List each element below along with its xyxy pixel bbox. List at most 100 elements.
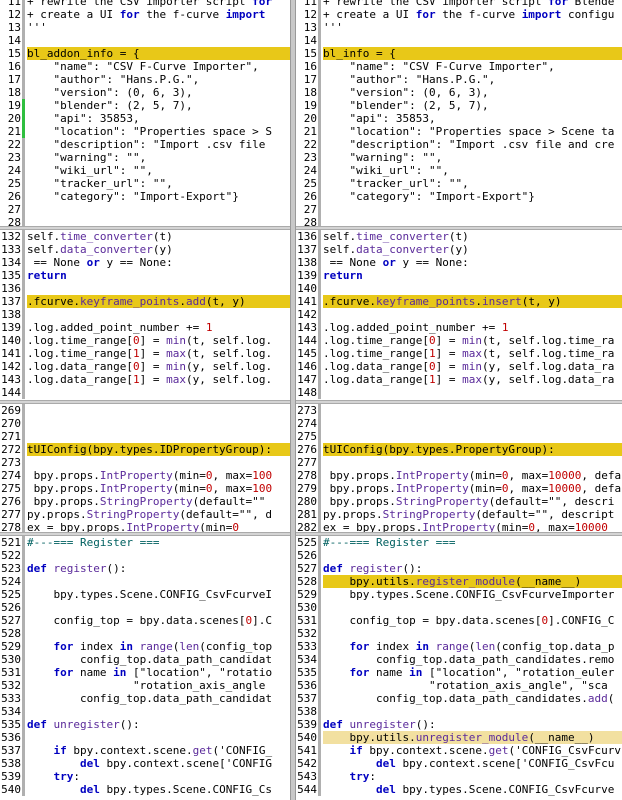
code-line[interactable]: 272 tUIConfig(bpy.types.IDPropertyGroup): [0, 443, 290, 456]
code-line[interactable]: 138 == None or y == None: [296, 256, 622, 269]
code-line[interactable]: 16 "name": "CSV F-Curve Importer", [296, 60, 622, 73]
code-line[interactable]: 147 .log.data_range[1] = max(y, self.log.… [296, 373, 622, 386]
code-line[interactable]: 20 "api": 35853, [296, 112, 622, 125]
code-line[interactable]: 133 self.data_converter(y) [0, 243, 290, 256]
code-line[interactable]: 528 [0, 627, 290, 640]
code-line[interactable]: 28 [296, 216, 622, 226]
code-line[interactable]: 18 "version": (0, 6, 3), [296, 86, 622, 99]
code-line[interactable]: 522 [0, 549, 290, 562]
code-line[interactable]: 19 "blender": (2, 5, 7), [296, 99, 622, 112]
code-line[interactable]: 21 "location": "Properties space > S [0, 125, 290, 138]
code-line[interactable]: 539 try: [0, 770, 290, 783]
code-line[interactable]: 273 [296, 404, 622, 417]
code-line[interactable]: 15 bl_addon_info = { [0, 47, 290, 60]
code-line[interactable]: 23 "warning": "", [0, 151, 290, 164]
code-line[interactable]: 148 [296, 386, 622, 399]
code-line[interactable]: 282 ex = bpy.props.IntProperty(min=0, max… [296, 521, 622, 532]
code-line[interactable]: 140 .log.time_range[0] = min(t, self.log. [0, 334, 290, 347]
code-line[interactable]: 543 try: [296, 770, 622, 783]
code-line[interactable]: 535 def unregister(): [0, 718, 290, 731]
code-line[interactable]: 530 config_top.data_path_candidat [0, 653, 290, 666]
code-line[interactable]: 537 if bpy.context.scene.get('CONFIG_ [0, 744, 290, 757]
code-line[interactable]: 141 .log.time_range[1] = max(t, self.log. [0, 347, 290, 360]
code-line[interactable]: 13 ''' [0, 21, 290, 34]
code-line[interactable]: 24 "wiki_url": "", [0, 164, 290, 177]
code-line[interactable]: 278 bpy.props.IntProperty(min=0, max=100… [296, 469, 622, 482]
code-line[interactable]: 535 for name in ["location", "rotation_e… [296, 666, 622, 679]
code-line[interactable]: 20 "api": 35853, [0, 112, 290, 125]
code-line[interactable]: 19 "blender": (2, 5, 7), [0, 99, 290, 112]
code-line[interactable]: 14 [0, 34, 290, 47]
code-line[interactable]: 22 "description": "Import .csv file and … [296, 138, 622, 151]
code-line[interactable]: 137 .fcurve.keyframe_points.add(t, y) [0, 295, 290, 308]
code-line[interactable]: 532 "rotation_axis_angle [0, 679, 290, 692]
code-line[interactable]: 135 return [0, 269, 290, 282]
code-line[interactable]: 542 del bpy.context.scene['CONFIG_CsvFcu [296, 757, 622, 770]
code-line[interactable]: 539 def unregister(): [296, 718, 622, 731]
code-line[interactable]: 140 [296, 282, 622, 295]
code-line[interactable]: 526 [0, 601, 290, 614]
code-line[interactable]: 523 def register(): [0, 562, 290, 575]
code-line[interactable]: 275 [296, 430, 622, 443]
code-line[interactable]: 540 bpy.utils.unregister_module(__name__… [296, 731, 622, 744]
code-line[interactable]: 270 [0, 417, 290, 430]
code-line[interactable]: 136 [0, 282, 290, 295]
code-line[interactable]: 281 py.props.StringProperty(default="", d… [296, 508, 622, 521]
code-line[interactable]: 538 del bpy.context.scene['CONFIG [0, 757, 290, 770]
code-line[interactable]: 25 "tracker_url": "", [296, 177, 622, 190]
code-line[interactable]: 144 .log.time_range[0] = min(t, self.log.… [296, 334, 622, 347]
code-line[interactable]: 528 bpy.utils.register_module(__name__) [296, 575, 622, 588]
code-line[interactable]: 527 config_top = bpy.data.scenes[0].C [0, 614, 290, 627]
code-line[interactable]: 143 .log.data_range[1] = max(y, self.log. [0, 373, 290, 386]
code-line[interactable]: 534 config_top.data_path_candidates.remo [296, 653, 622, 666]
code-line[interactable]: 274 bpy.props.IntProperty(min=0, max=100 [0, 469, 290, 482]
code-line[interactable]: 271 [0, 430, 290, 443]
code-line[interactable]: 26 "category": "Import-Export"} [0, 190, 290, 203]
code-line[interactable]: 146 .log.data_range[0] = min(y, self.log.… [296, 360, 622, 373]
code-line[interactable]: 11 + rewrite the CSV importer script for … [296, 0, 622, 8]
code-line[interactable]: 527 def register(): [296, 562, 622, 575]
code-line[interactable]: 142 [296, 308, 622, 321]
code-line[interactable]: 521 #---=== Register === [0, 536, 290, 549]
left-diff-pane[interactable]: 11 + rewrite the CSV importer script for 1… [0, 0, 290, 800]
code-line[interactable]: 26 "category": "Import-Export"} [296, 190, 622, 203]
code-line[interactable]: 273 [0, 456, 290, 469]
code-line[interactable]: 12 + create a UI for the f-curve import [0, 8, 290, 21]
code-line[interactable]: 269 [0, 404, 290, 417]
code-line[interactable]: 279 bpy.props.IntProperty(min=0, max=100… [296, 482, 622, 495]
code-line[interactable]: 533 config_top.data_path_candidat [0, 692, 290, 705]
code-line[interactable]: 25 "tracker_url": "", [0, 177, 290, 190]
code-line[interactable]: 139 return [296, 269, 622, 282]
code-line[interactable]: 22 "description": "Import .csv file [0, 138, 290, 151]
code-line[interactable]: 276 tUIConfig(bpy.types.PropertyGroup): [296, 443, 622, 456]
code-line[interactable]: 538 [296, 705, 622, 718]
code-line[interactable]: 137 self.data_converter(y) [296, 243, 622, 256]
code-line[interactable]: 21 "location": "Properties space > Scene… [296, 125, 622, 138]
code-line[interactable]: 526 [296, 549, 622, 562]
code-line[interactable]: 13 ''' [296, 21, 622, 34]
code-line[interactable]: 536 [0, 731, 290, 744]
code-line[interactable]: 28 [0, 216, 290, 226]
code-line[interactable]: 277 [296, 456, 622, 469]
code-line[interactable]: 276 bpy.props.StringProperty(default="" [0, 495, 290, 508]
code-line[interactable]: 141 .fcurve.keyframe_points.insert(t, y) [296, 295, 622, 308]
code-line[interactable]: 537 config_top.data_path_candidates.add( [296, 692, 622, 705]
code-line[interactable]: 24 "wiki_url": "", [296, 164, 622, 177]
code-line[interactable]: 138 [0, 308, 290, 321]
code-line[interactable]: 533 for index in range(len(config_top.da… [296, 640, 622, 653]
code-line[interactable]: 15 bl_info = { [296, 47, 622, 60]
right-diff-pane[interactable]: 11 + rewrite the CSV importer script for … [296, 0, 622, 800]
code-line[interactable]: 544 del bpy.types.Scene.CONFIG_CsvFcurve [296, 783, 622, 796]
code-line[interactable]: 143 .log.added_point_number += 1 [296, 321, 622, 334]
code-line[interactable]: 532 [296, 627, 622, 640]
code-line[interactable]: 274 [296, 417, 622, 430]
code-line[interactable]: 145 .log.time_range[1] = max(t, self.log.… [296, 347, 622, 360]
code-line[interactable]: 11 + rewrite the CSV importer script for [0, 0, 290, 8]
code-line[interactable]: 529 for index in range(len(config_top [0, 640, 290, 653]
code-line[interactable]: 280 bpy.props.StringProperty(default="",… [296, 495, 622, 508]
code-line[interactable]: 18 "version": (0, 6, 3), [0, 86, 290, 99]
code-line[interactable]: 12 + create a UI for the f-curve import c… [296, 8, 622, 21]
code-line[interactable]: 17 "author": "Hans.P.G.", [0, 73, 290, 86]
code-line[interactable]: 23 "warning": "", [296, 151, 622, 164]
code-line[interactable]: 536 "rotation_axis_angle", "sca [296, 679, 622, 692]
